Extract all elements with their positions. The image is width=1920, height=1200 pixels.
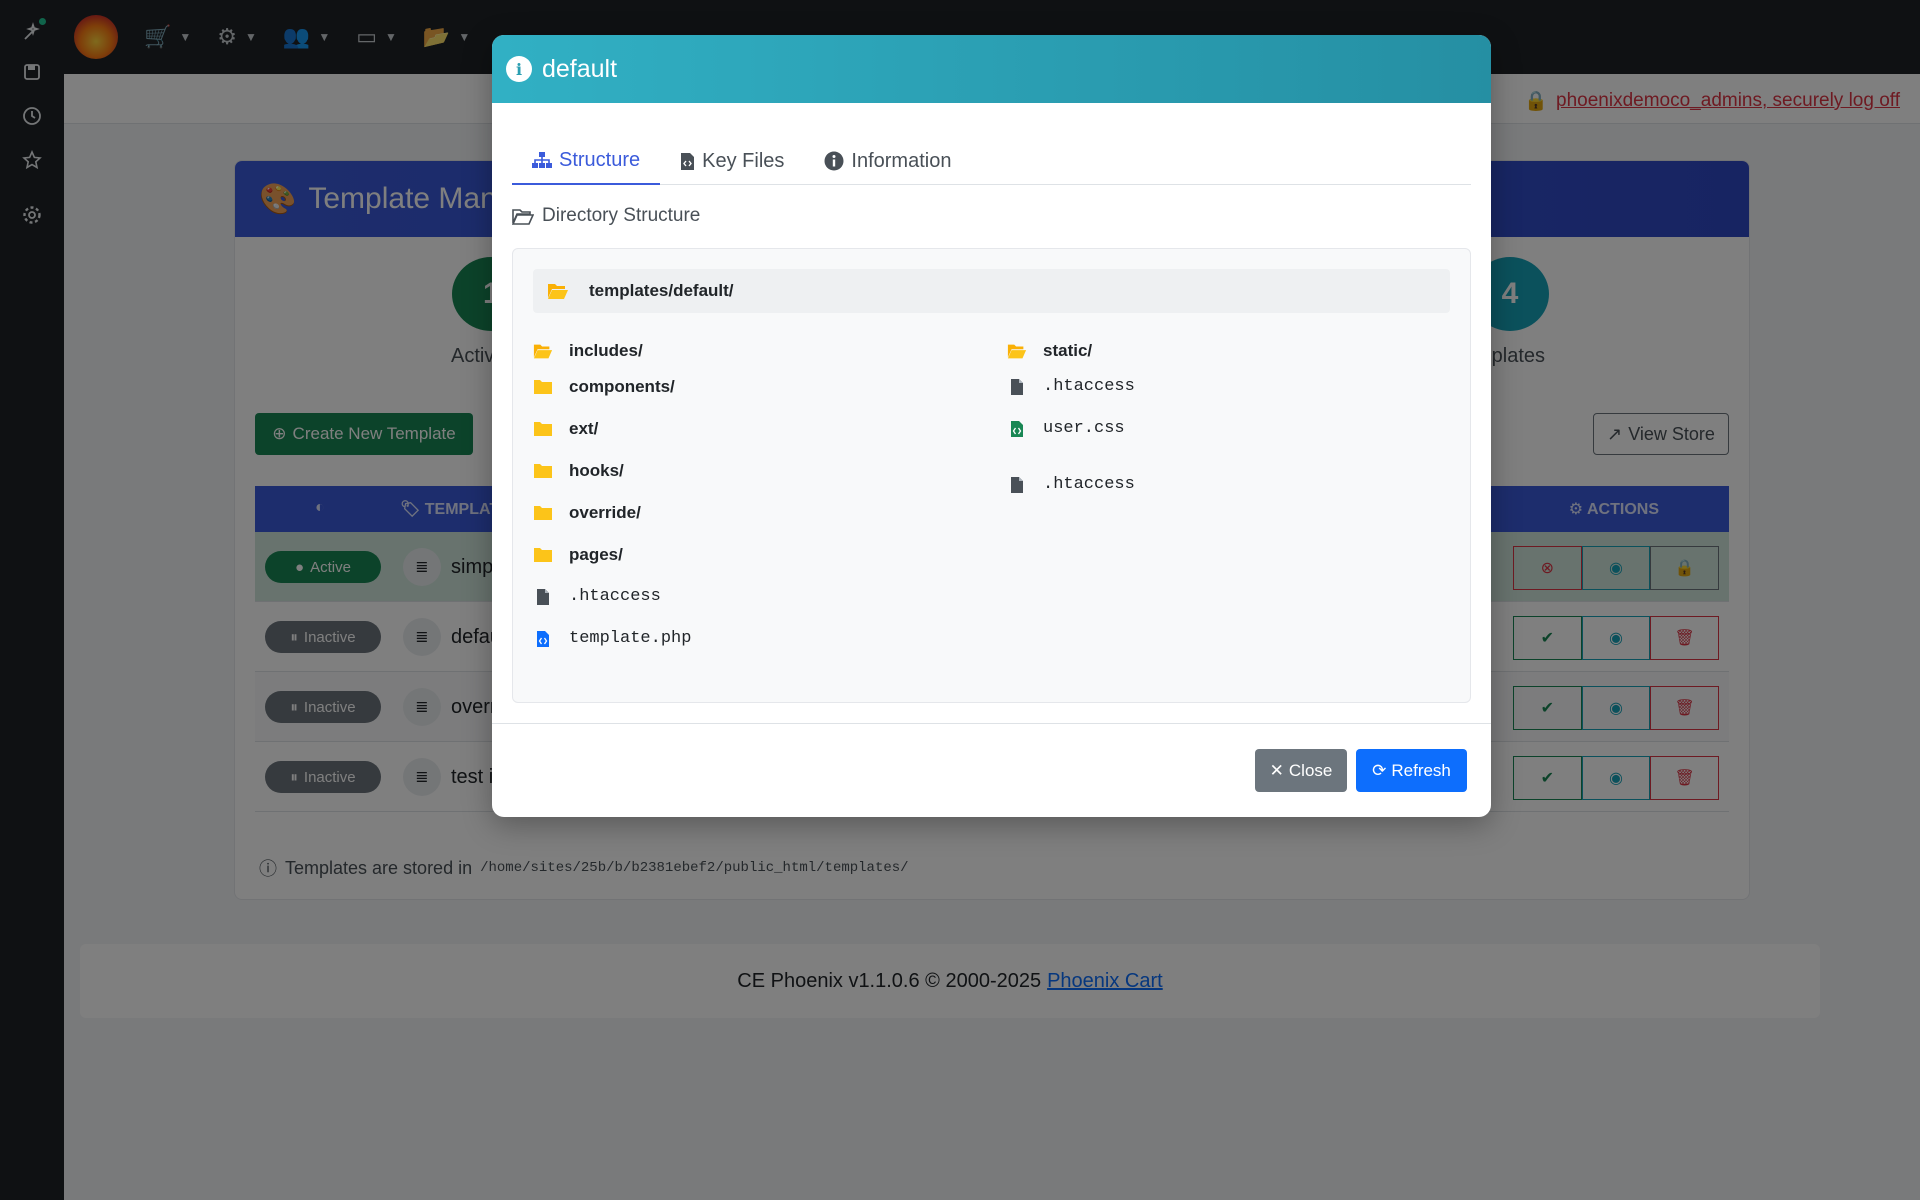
file-icon bbox=[1011, 378, 1023, 395]
tree-item-htaccess[interactable]: .htaccess bbox=[533, 587, 661, 606]
info-icon: i bbox=[506, 56, 532, 82]
folder-icon bbox=[534, 548, 552, 562]
modal-header: i default bbox=[492, 35, 1491, 103]
folder-icon bbox=[534, 380, 552, 394]
file-icon bbox=[537, 588, 549, 605]
folder-open-icon bbox=[533, 344, 553, 358]
file-icon bbox=[1011, 476, 1023, 493]
folder-open-icon bbox=[1007, 344, 1027, 358]
root-directory[interactable]: templates/default/ bbox=[533, 269, 1450, 313]
php-file-icon bbox=[537, 630, 549, 647]
tree-item-hooks[interactable]: hooks/ bbox=[533, 461, 624, 481]
tree-item-static[interactable]: static/ bbox=[1007, 341, 1092, 361]
tree-item-includes[interactable]: includes/ bbox=[533, 341, 643, 361]
tab-information[interactable]: Information bbox=[804, 137, 971, 185]
refresh-button[interactable]: ⟳ Refresh bbox=[1356, 749, 1467, 792]
folder-open-icon bbox=[548, 283, 568, 299]
css-file-icon bbox=[1011, 420, 1023, 437]
tree-item-ext[interactable]: ext/ bbox=[533, 419, 598, 439]
folder-icon bbox=[534, 464, 552, 478]
tree-item-pages[interactable]: pages/ bbox=[533, 545, 623, 565]
info-circle-icon bbox=[824, 151, 844, 171]
tab-structure[interactable]: Structure bbox=[512, 137, 661, 185]
root-directory-label: templates/default/ bbox=[589, 281, 734, 300]
folder-icon bbox=[534, 422, 552, 436]
tree-item-static-htaccess[interactable]: .htaccess bbox=[1007, 377, 1135, 396]
refresh-button-label: Refresh bbox=[1391, 760, 1451, 780]
close-button[interactable]: ✕ Close bbox=[1255, 749, 1347, 792]
modal-title: default bbox=[542, 54, 618, 83]
section-title: Directory Structure bbox=[512, 205, 700, 227]
modal-tabs: Structure Key Files Information bbox=[512, 137, 1471, 185]
tree-item-components[interactable]: components/ bbox=[533, 377, 675, 397]
template-details-modal: i default Structure Key Files Informatio… bbox=[492, 35, 1491, 817]
directory-tree: templates/default/ includes/ components/… bbox=[512, 248, 1471, 703]
tab-structure-label: Structure bbox=[559, 148, 641, 171]
refresh-icon: ⟳ bbox=[1372, 760, 1387, 780]
tab-key-files-label: Key Files bbox=[702, 149, 785, 172]
close-icon: ✕ bbox=[1269, 760, 1284, 780]
tab-key-files[interactable]: Key Files bbox=[660, 137, 804, 185]
file-code-icon bbox=[681, 152, 695, 170]
modal-footer-divider bbox=[492, 723, 1491, 724]
section-title-label: Directory Structure bbox=[542, 205, 701, 226]
tree-item-user-css[interactable]: user.css bbox=[1007, 419, 1125, 438]
sitemap-icon bbox=[532, 152, 552, 168]
close-button-label: Close bbox=[1288, 760, 1333, 780]
tab-information-label: Information bbox=[851, 149, 952, 172]
folder-open-icon bbox=[512, 208, 534, 225]
tree-item-htaccess-2[interactable]: .htaccess bbox=[1007, 475, 1135, 494]
folder-icon bbox=[534, 506, 552, 520]
tree-item-override[interactable]: override/ bbox=[533, 503, 641, 523]
tree-item-template-php[interactable]: template.php bbox=[533, 629, 691, 648]
